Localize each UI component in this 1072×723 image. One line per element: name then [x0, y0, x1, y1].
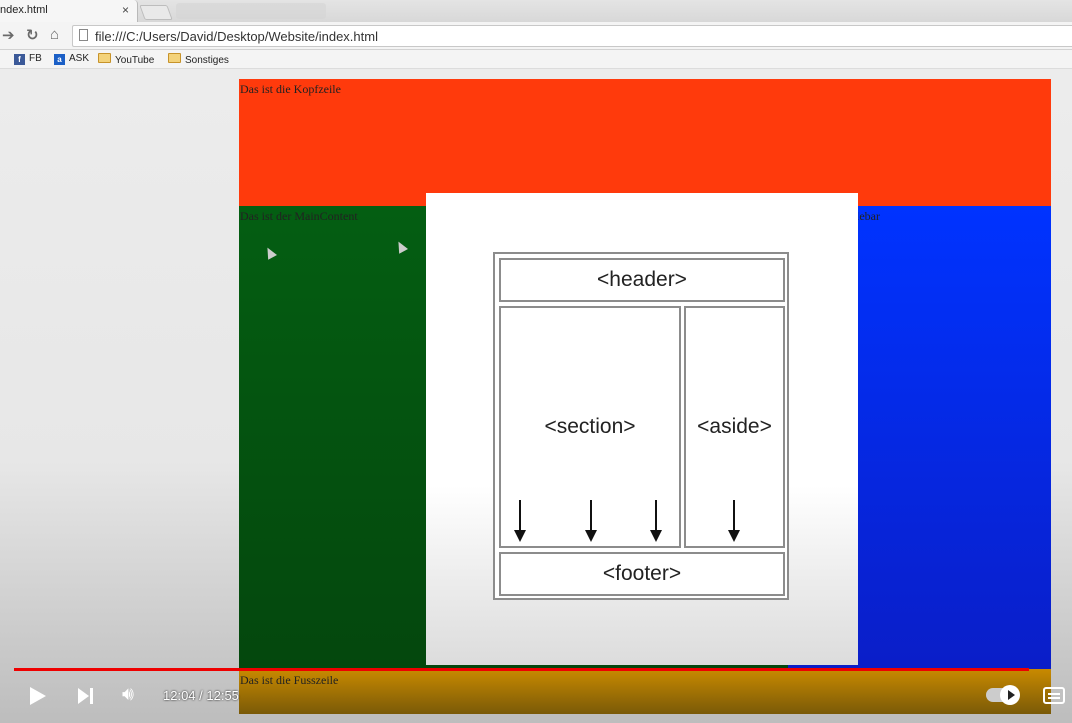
folder-icon — [168, 53, 181, 63]
bookmark-label: ASK — [69, 53, 90, 64]
forward-arrow-icon[interactable]: ➔ — [2, 26, 15, 44]
page-viewport: Das ist die Kopfzeile Das ist der MainCo… — [0, 69, 1072, 723]
tab-close-icon[interactable]: × — [122, 3, 129, 17]
player-controls: 🔊︎ 12:04 / 12:55 — [0, 671, 1072, 723]
layout-diagram-overlay: <header> <section> <aside> <footer> — [426, 193, 858, 665]
new-tab-button[interactable] — [139, 5, 173, 20]
header-text: Das ist die Kopfzeile — [240, 82, 341, 96]
page-icon — [79, 29, 88, 41]
url-text: file:///C:/Users/David/Desktop/Website/i… — [95, 29, 378, 44]
volume-icon[interactable]: 🔊︎ — [122, 684, 134, 706]
reload-icon[interactable]: ↻ — [26, 26, 39, 44]
bookmark-label: FB — [29, 53, 42, 64]
bookmark-label: YouTube — [115, 55, 155, 66]
sidebar-text: lebar — [856, 209, 880, 223]
address-bar[interactable]: file:///C:/Users/David/Desktop/Website/i… — [72, 25, 1072, 47]
down-arrow-icon — [514, 500, 526, 542]
down-arrow-icon — [650, 500, 662, 542]
bookmark-fb[interactable]: f FB — [14, 53, 42, 65]
down-arrow-icon — [728, 500, 740, 542]
browser-tab[interactable]: ndex.html × — [0, 0, 138, 22]
bookmark-youtube[interactable]: YouTube — [98, 53, 154, 66]
header-region: Das ist die Kopfzeile — [239, 79, 1051, 206]
browser-toolbar: ➔ ↻ ⌂ file:///C:/Users/David/Desktop/Web… — [0, 22, 1072, 50]
bookmark-ask[interactable]: a ASK — [54, 53, 89, 65]
play-icon[interactable] — [30, 687, 46, 705]
bookmark-sonstiges[interactable]: Sonstiges — [168, 53, 229, 66]
semantic-layout-diagram: <header> <section> <aside> <footer> — [493, 252, 789, 600]
tab-title: ndex.html — [0, 4, 48, 16]
facebook-icon: f — [14, 54, 25, 65]
time-display: 12:04 / 12:55 — [163, 688, 239, 703]
bookmark-label: Sonstiges — [185, 55, 229, 66]
subtitles-icon[interactable] — [1043, 687, 1065, 704]
next-icon[interactable] — [78, 688, 94, 705]
diagram-header-box: <header> — [499, 258, 785, 302]
ask-icon: a — [54, 54, 65, 65]
autoplay-play-icon — [1000, 685, 1020, 705]
diagram-footer-box: <footer> — [499, 552, 785, 596]
home-icon[interactable]: ⌂ — [50, 26, 59, 43]
tab-strip: ndex.html × — [0, 0, 1072, 22]
down-arrow-icon — [585, 500, 597, 542]
main-content-text: Das ist der MainContent — [240, 209, 358, 223]
folder-icon — [98, 53, 111, 63]
bookmarks-bar: f FB a ASK YouTube Sonstiges — [0, 50, 1072, 69]
autoplay-toggle[interactable] — [986, 685, 1020, 705]
blurred-tab — [176, 3, 326, 19]
diagram-footer-label: <footer> — [602, 562, 682, 585]
